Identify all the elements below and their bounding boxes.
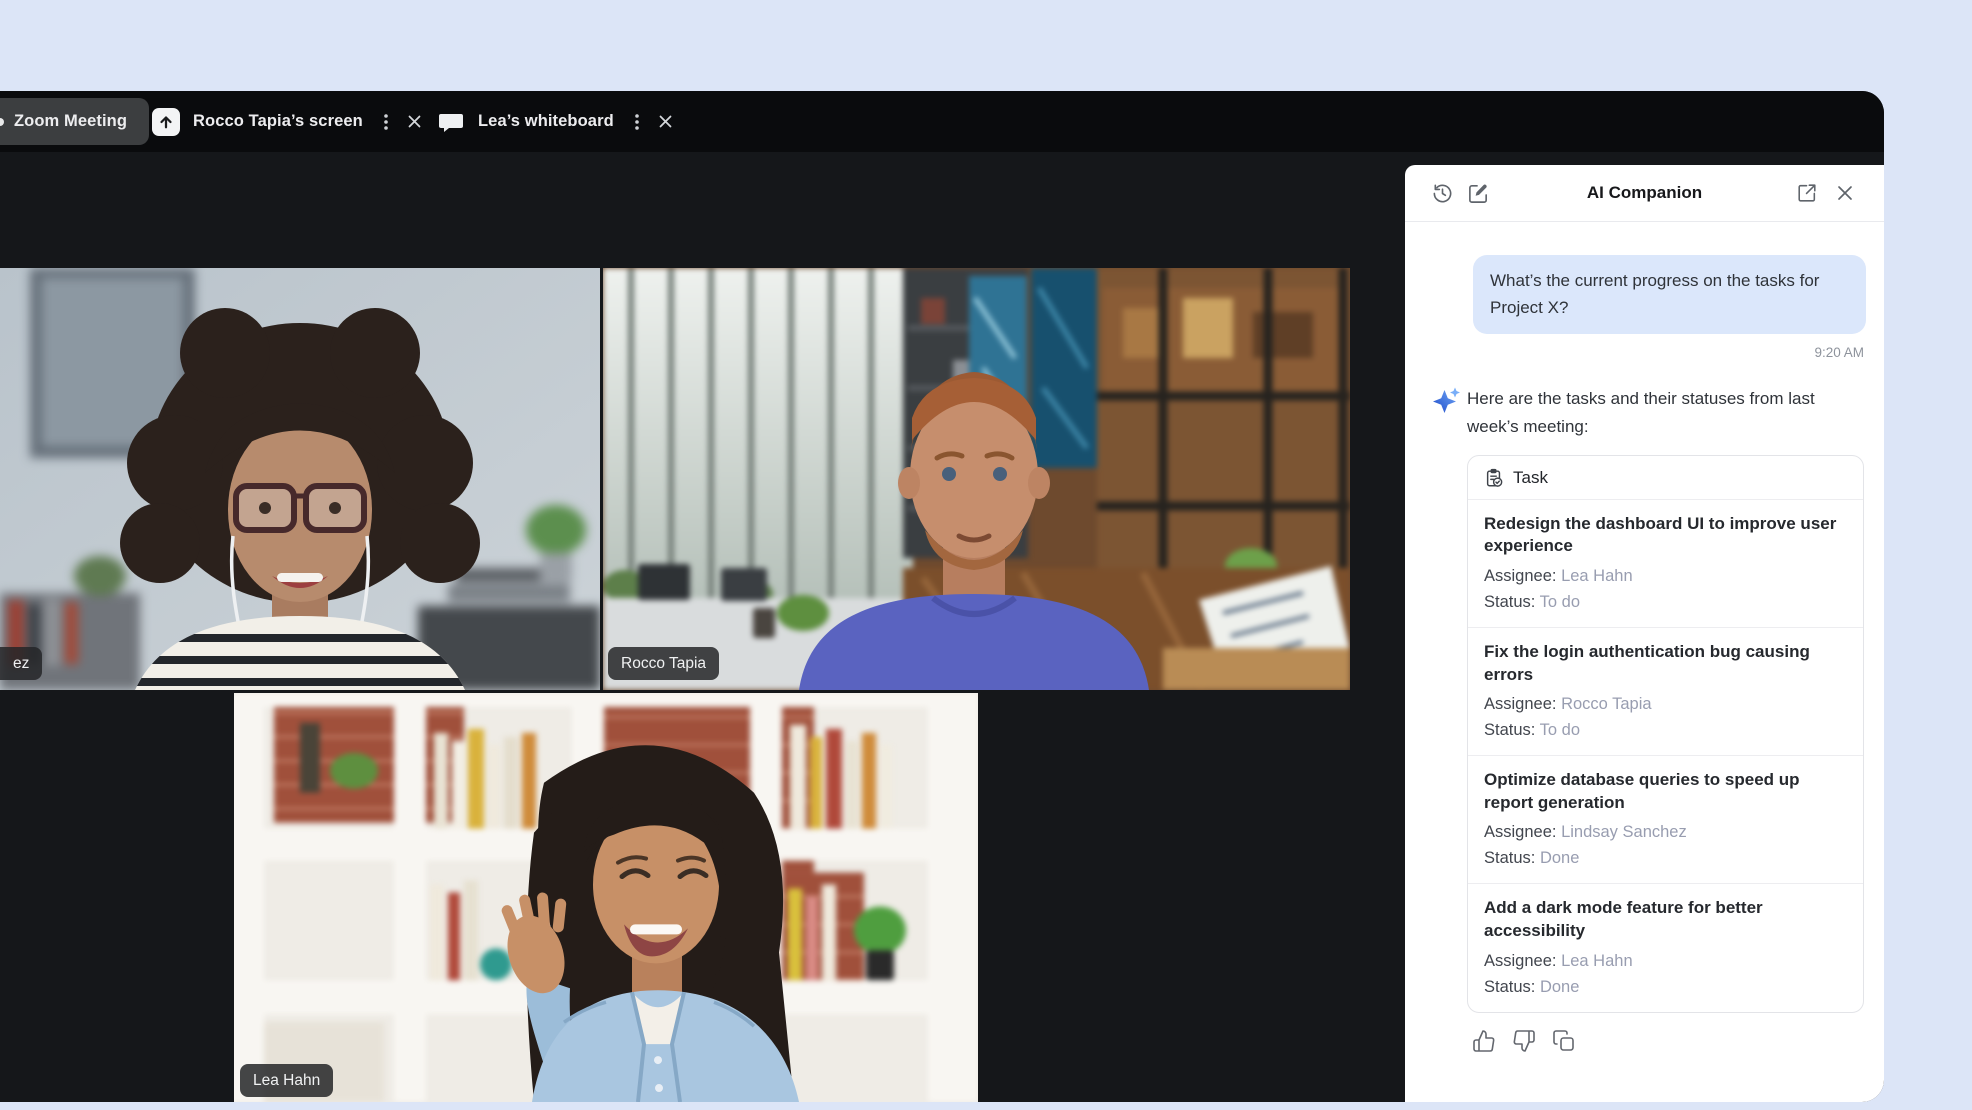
copy-icon[interactable] [1551, 1029, 1576, 1054]
task-item: Fix the login authentication bug causing… [1468, 628, 1863, 756]
task-title: Redesign the dashboard UI to improve use… [1484, 513, 1847, 558]
tab-zoom-meeting[interactable]: Zoom Meeting [0, 98, 149, 145]
ai-panel-header: AI Companion [1405, 165, 1884, 222]
task-card: Task Redesign the dashboard UI to improv… [1467, 455, 1864, 1013]
participant-name-tag: ez [0, 647, 42, 681]
status-value: To do [1540, 721, 1580, 739]
status-label: Status: [1484, 978, 1535, 996]
whiteboard-icon [437, 108, 465, 136]
window-tab-bar: Zoom Meeting Rocco Tapia’s screen Lea’ [0, 91, 1884, 152]
task-item: Add a dark mode feature for better acces… [1468, 884, 1863, 1011]
tab-rocco-screen[interactable]: Rocco Tapia’s screen [152, 91, 424, 152]
tab-menu-dots-icon[interactable] [628, 110, 646, 134]
participant-name-tag: Lea Hahn [240, 1064, 333, 1098]
assignee-value: Lea Hahn [1561, 952, 1633, 970]
task-title: Fix the login authentication bug causing… [1484, 641, 1847, 686]
video-tile-lindsay[interactable]: ez [0, 268, 600, 690]
message-timestamp: 9:20 AM [1405, 345, 1864, 360]
tab-label: Lea’s whiteboard [478, 112, 614, 131]
task-card-title: Task [1513, 468, 1548, 488]
video-camera-icon [0, 118, 4, 126]
participant-name-tag: Rocco Tapia [608, 647, 719, 681]
status-label: Status: [1484, 721, 1535, 739]
user-message-bubble: What’s the current progress on the tasks… [1473, 255, 1866, 334]
screen-share-icon [152, 108, 180, 136]
thumbs-down-icon[interactable] [1511, 1029, 1536, 1054]
status-label: Status: [1484, 593, 1535, 611]
task-list-icon [1484, 468, 1504, 488]
participant-video-illustration [234, 693, 978, 1102]
assignee-label: Assignee: [1484, 823, 1556, 841]
video-tile-rocco[interactable]: Rocco Tapia [603, 268, 1350, 690]
task-title: Add a dark mode feature for better acces… [1484, 897, 1847, 942]
status-value: To do [1540, 593, 1580, 611]
close-panel-icon[interactable] [1833, 182, 1856, 205]
assignee-value: Lindsay Sanchez [1561, 823, 1687, 841]
ai-response-intro: Here are the tasks and their statuses fr… [1467, 385, 1866, 439]
tab-label: Zoom Meeting [14, 112, 127, 131]
video-tile-lea[interactable]: Lea Hahn [234, 693, 978, 1102]
assignee-label: Assignee: [1484, 695, 1556, 713]
thumbs-up-icon[interactable] [1471, 1029, 1496, 1054]
ai-companion-panel: AI Companion What’s the current progress… [1405, 165, 1884, 1102]
ai-companion-sparkle-icon [1431, 386, 1462, 417]
tab-lea-whiteboard[interactable]: Lea’s whiteboard [437, 91, 675, 152]
participant-video-illustration [603, 268, 1350, 690]
response-actions [1471, 1029, 1884, 1054]
assignee-value: Rocco Tapia [1561, 695, 1652, 713]
history-icon[interactable] [1431, 182, 1454, 205]
participant-video-illustration [0, 268, 600, 690]
new-chat-icon[interactable] [1467, 182, 1490, 205]
task-card-header: Task [1468, 456, 1863, 500]
assignee-label: Assignee: [1484, 567, 1556, 585]
status-label: Status: [1484, 849, 1535, 867]
tab-close-icon[interactable] [657, 113, 675, 131]
desktop-background: Zoom Meeting Rocco Tapia’s screen Lea’ [0, 0, 1972, 1110]
task-title: Optimize database queries to speed up re… [1484, 769, 1847, 814]
zoom-meeting-window: Zoom Meeting Rocco Tapia’s screen Lea’ [0, 91, 1884, 1102]
tab-menu-dots-icon[interactable] [377, 110, 395, 134]
assignee-label: Assignee: [1484, 952, 1556, 970]
status-value: Done [1540, 849, 1579, 867]
status-value: Done [1540, 978, 1579, 996]
task-item: Redesign the dashboard UI to improve use… [1468, 500, 1863, 628]
assignee-value: Lea Hahn [1561, 567, 1633, 585]
pop-out-icon[interactable] [1795, 182, 1818, 205]
ai-response: Here are the tasks and their statuses fr… [1431, 385, 1866, 439]
task-item: Optimize database queries to speed up re… [1468, 756, 1863, 884]
tab-close-icon[interactable] [406, 113, 424, 131]
tab-label: Rocco Tapia’s screen [193, 112, 363, 131]
